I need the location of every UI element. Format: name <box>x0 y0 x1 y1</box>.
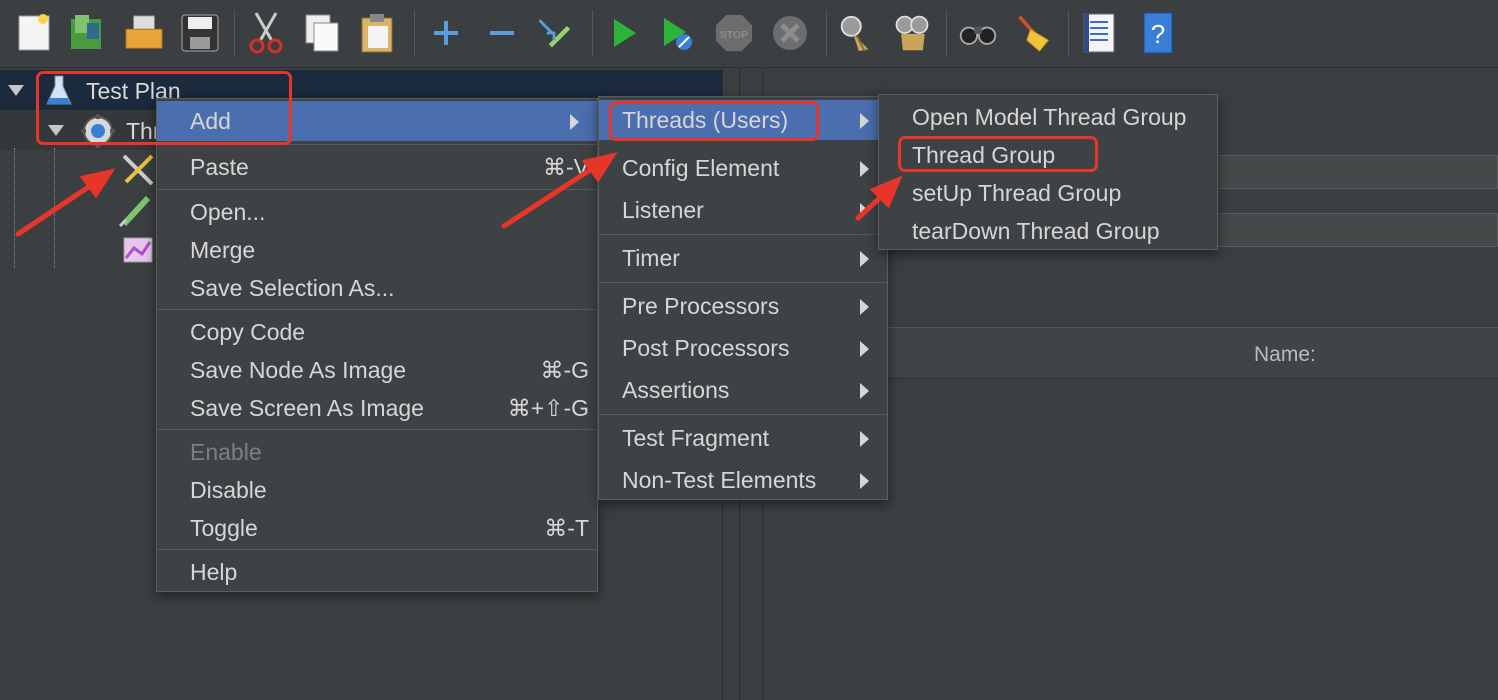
menu-item-label: Timer <box>622 245 680 271</box>
menu-item-label: Non-Test Elements <box>622 467 817 493</box>
menu-item-listener[interactable]: Listener <box>599 190 887 230</box>
menu-item-save-node-as-image[interactable]: Save Node As Image ⌘-G <box>157 350 597 390</box>
submenu-arrow-icon <box>570 114 579 130</box>
submenu-arrow-icon <box>860 383 869 399</box>
context-menu: Add Paste ⌘-V Open... Merge Save Selecti… <box>156 98 598 592</box>
menu-item-copy-code[interactable]: Copy Code <box>157 312 597 352</box>
menu-item-pre-processors[interactable]: Pre Processors <box>599 286 887 326</box>
menu-item-timer[interactable]: Timer <box>599 238 887 278</box>
svg-text:?: ? <box>1151 19 1165 49</box>
submenu-arrow-icon <box>860 341 869 357</box>
svg-text:STOP: STOP <box>720 30 748 41</box>
save-icon[interactable] <box>180 10 220 56</box>
clear-all-icon[interactable] <box>892 10 932 56</box>
menu-item-label: Save Screen As Image <box>190 395 424 421</box>
search-icon[interactable] <box>958 10 998 56</box>
menu-item-label: Copy Code <box>190 319 306 345</box>
menu-item-disable[interactable]: Disable <box>157 470 597 510</box>
clear-icon[interactable] <box>836 10 876 56</box>
submenu-arrow-icon <box>860 203 869 219</box>
help-icon[interactable]: ? <box>1138 10 1178 56</box>
submenu-arrow-icon <box>860 431 869 447</box>
menu-item-test-fragment[interactable]: Test Fragment <box>599 418 887 458</box>
menu-item-toggle[interactable]: Toggle ⌘-T <box>157 508 597 548</box>
submenu-arrow-icon <box>860 251 869 267</box>
menu-item-config-element[interactable]: Config Element <box>599 148 887 188</box>
menu-item-save-screen-as-image[interactable]: Save Screen As Image ⌘+⇧-G <box>157 388 597 428</box>
expand-icon[interactable] <box>426 10 466 56</box>
menu-item-label: Open Model Thread Group <box>912 104 1187 130</box>
name-label: Name: <box>1254 343 1316 366</box>
menu-item-label: Save Node As Image <box>190 357 407 383</box>
menu-item-paste[interactable]: Paste ⌘-V <box>157 147 597 187</box>
menu-item-open-model-thread-group[interactable]: Open Model Thread Group <box>879 97 1217 137</box>
menu-item-setup-thread-group[interactable]: setUp Thread Group <box>879 173 1217 213</box>
new-icon[interactable] <box>14 10 54 56</box>
menu-item-open[interactable]: Open... <box>157 192 597 232</box>
cut-icon[interactable] <box>246 10 286 56</box>
annotation-box-threads-users <box>609 101 819 141</box>
menu-item-assertions[interactable]: Assertions <box>599 370 887 410</box>
function-helper-icon[interactable] <box>1080 10 1120 56</box>
menu-item-label: setUp Thread Group <box>912 180 1122 206</box>
shortcut-label: ⌘-G <box>540 357 589 383</box>
menu-item-teardown-thread-group[interactable]: tearDown Thread Group <box>879 211 1217 251</box>
menu-item-label: tearDown Thread Group <box>912 218 1160 244</box>
shortcut-label: ⌘+⇧-G <box>507 395 589 421</box>
start-no-pause-icon[interactable] <box>658 10 698 56</box>
shortcut-label: ⌘-V <box>543 154 589 180</box>
tree-guide-line <box>14 148 15 268</box>
menu-item-label: Paste <box>190 154 249 180</box>
copy-icon[interactable] <box>302 10 342 56</box>
menu-item-post-processors[interactable]: Post Processors <box>599 328 887 368</box>
templates-icon[interactable] <box>66 10 106 56</box>
menu-item-enable: Enable <box>157 432 597 472</box>
menu-item-label: Assertions <box>622 377 730 403</box>
submenu-arrow-icon <box>860 161 869 177</box>
listener-graph-icon[interactable] <box>120 234 156 266</box>
menu-item-label: Test Fragment <box>622 425 769 451</box>
shutdown-icon[interactable] <box>770 10 810 56</box>
pre-processor-icon[interactable] <box>118 192 158 228</box>
annotation-box-test-plan-add <box>36 71 292 145</box>
menu-item-label: Save Selection As... <box>190 275 395 301</box>
submenu-arrow-icon <box>860 113 869 129</box>
menu-item-label: Pre Processors <box>622 293 780 319</box>
menu-item-label: Help <box>190 559 238 585</box>
menu-item-label: Open... <box>190 199 266 225</box>
start-icon[interactable] <box>604 10 644 56</box>
menu-item-label: Toggle <box>190 515 258 541</box>
tree-guide-line <box>54 148 55 268</box>
threads-submenu: Open Model Thread Group Thread Group set… <box>878 94 1218 250</box>
menu-item-save-selection-as[interactable]: Save Selection As... <box>157 268 597 308</box>
sampler-tools-icon[interactable] <box>118 152 158 188</box>
shortcut-label: ⌘-T <box>544 515 589 541</box>
toggle-icon[interactable] <box>534 10 574 56</box>
reset-search-icon[interactable] <box>1014 10 1054 56</box>
menu-item-label: Config Element <box>622 155 780 181</box>
menu-item-non-test-elements[interactable]: Non-Test Elements <box>599 460 887 500</box>
stop-icon[interactable]: STOP <box>714 10 754 56</box>
menu-item-label: Enable <box>190 439 262 465</box>
menu-item-label: Merge <box>190 237 256 263</box>
menu-item-label: Listener <box>622 197 704 223</box>
menu-item-label: Post Processors <box>622 335 790 361</box>
open-icon[interactable] <box>124 10 164 56</box>
paste-icon[interactable] <box>358 10 398 56</box>
submenu-arrow-icon <box>860 473 869 489</box>
menu-item-label: Disable <box>190 477 267 503</box>
toolbar: STOP ? <box>0 0 1498 68</box>
menu-item-help[interactable]: Help <box>157 552 597 592</box>
jmeter-window: { "tree": { "test_plan": "Test Plan", "t… <box>0 0 1498 700</box>
submenu-arrow-icon <box>860 299 869 315</box>
annotation-box-thread-group <box>898 136 1098 172</box>
menu-item-merge[interactable]: Merge <box>157 230 597 270</box>
add-submenu: Threads (Users) Config Element Listener … <box>598 96 888 500</box>
expand-triangle-icon[interactable] <box>8 85 24 96</box>
collapse-icon[interactable] <box>482 10 522 56</box>
